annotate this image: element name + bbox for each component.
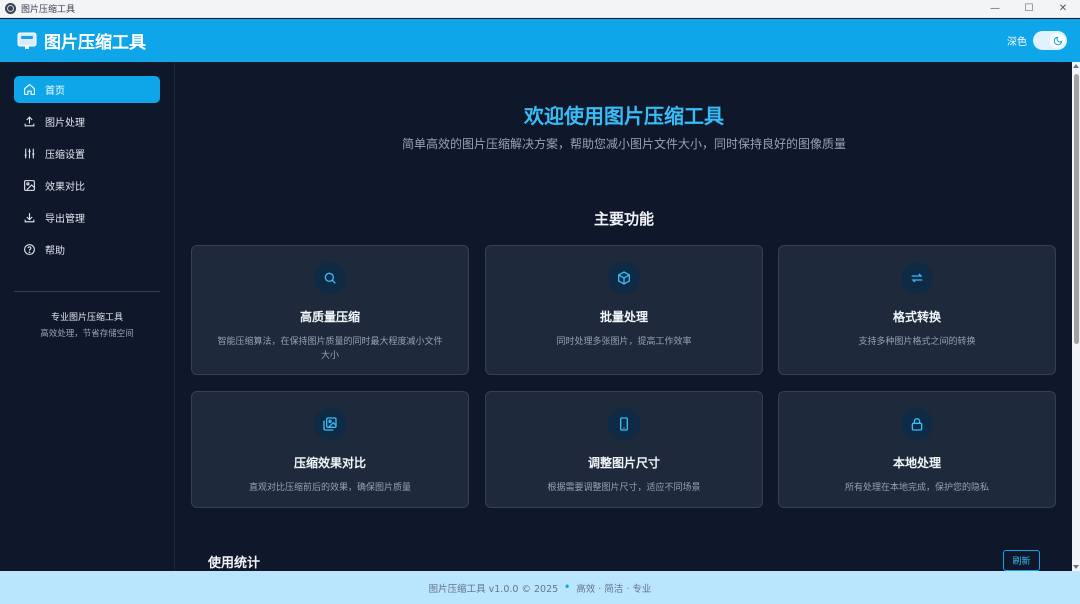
download-icon (22, 211, 36, 225)
sidebar: 首页 图片处理 压缩设置 效果对比 导出管理 帮助 专业图片压缩工具 高效处理，… (0, 62, 175, 571)
compare-images-icon (314, 408, 346, 440)
sidebar-item-help[interactable]: 帮助 (14, 236, 160, 263)
feature-card-compare[interactable]: 压缩效果对比 直观对比压缩前后的效果，确保图片质量 (191, 391, 469, 508)
sidebar-item-label: 图片处理 (45, 118, 85, 129)
upload-icon (22, 115, 36, 129)
app-logo-icon (5, 3, 16, 14)
app-header: 图片压缩工具 深色 (0, 19, 1080, 62)
moon-icon (1050, 33, 1065, 48)
feature-description: 直观对比压缩前后的效果，确保图片质量 (248, 483, 411, 493)
refresh-button[interactable]: 刷新 (1003, 550, 1040, 571)
sidebar-item-label: 压缩设置 (45, 150, 85, 161)
feature-description: 所有处理在本地完成，保护您的隐私 (844, 483, 989, 493)
footer-tagline: 高效 · 简洁 · 专业 (576, 583, 652, 595)
feature-description: 根据需要调整图片尺寸，适应不同场景 (547, 483, 701, 493)
window-controls: — ☐ ✕ (978, 0, 1080, 18)
feature-description: 同时处理多张图片，提高工作效率 (556, 337, 692, 347)
feature-card-local[interactable]: 本地处理 所有处理在本地完成，保护您的隐私 (778, 391, 1056, 508)
window-title: 图片压缩工具 (21, 5, 76, 15)
help-circle-icon (22, 243, 36, 257)
app-title: 图片压缩工具 (44, 33, 146, 53)
theme-label: 深色 (1007, 37, 1027, 48)
search-icon (314, 262, 346, 294)
sidebar-item-label: 导出管理 (45, 214, 85, 225)
feature-card-format[interactable]: 格式转换 支持多种图片格式之间的转换 (778, 245, 1056, 375)
sidebar-item-label: 效果对比 (45, 182, 85, 193)
main-scrollbar[interactable] (1072, 62, 1080, 571)
sidebar-item-compress-settings[interactable]: 压缩设置 (14, 140, 160, 167)
monitor-logo-icon (17, 31, 37, 51)
sidebar-footer-subtitle: 高效处理，节省存储空间 (40, 329, 134, 339)
sliders-icon (22, 147, 36, 161)
feature-card-high-quality[interactable]: 高质量压缩 智能压缩算法，在保持图片质量的同时最大程度减小文件大小 (191, 245, 469, 375)
sidebar-item-label: 帮助 (45, 246, 65, 257)
sidebar-item-home[interactable]: 首页 (14, 76, 160, 103)
sidebar-divider (14, 291, 160, 292)
feature-card-batch[interactable]: 批量处理 同时处理多张图片，提高工作效率 (485, 245, 763, 375)
dark-mode-toggle[interactable] (1033, 31, 1067, 50)
swap-icon (901, 262, 933, 294)
sidebar-item-label: 首页 (45, 86, 65, 97)
sidebar-nav: 首页 图片处理 压缩设置 效果对比 导出管理 帮助 (0, 76, 174, 263)
feature-title: 批量处理 (599, 310, 648, 324)
features-section-title: 主要功能 (593, 210, 654, 228)
minimize-button[interactable]: — (978, 0, 1012, 18)
close-button[interactable]: ✕ (1046, 0, 1080, 18)
scroll-up-arrow-icon[interactable] (1073, 64, 1079, 68)
feature-title: 高质量压缩 (299, 310, 360, 324)
feature-card-resize[interactable]: 调整图片尺寸 根据需要调整图片尺寸，适应不同场景 (485, 391, 763, 508)
footer-separator: • (564, 582, 571, 593)
app-footer: 图片压缩工具 v1.0.0 © 2025 • 高效 · 简洁 · 专业 (0, 571, 1080, 604)
theme-switch-area: 深色 (1007, 31, 1067, 50)
feature-title: 本地处理 (892, 456, 941, 470)
hero-subtitle: 简单高效的图片压缩解决方案，帮助您减小图片文件大小，同时保持良好的图像质量 (401, 137, 846, 151)
images-icon (22, 179, 36, 193)
sidebar-item-export[interactable]: 导出管理 (14, 204, 160, 231)
sidebar-item-compare[interactable]: 效果对比 (14, 172, 160, 199)
sidebar-footer: 专业图片压缩工具 高效处理，节省存储空间 (0, 310, 174, 339)
feature-title: 格式转换 (892, 310, 941, 324)
main-content: 欢迎使用图片压缩工具 简单高效的图片压缩解决方案，帮助您减小图片文件大小，同时保… (176, 62, 1072, 571)
os-title-bar: 图片压缩工具 — ☐ ✕ (0, 0, 1080, 18)
sidebar-item-image-processing[interactable]: 图片处理 (14, 108, 160, 135)
hero-title: 欢迎使用图片压缩工具 (524, 104, 724, 128)
usage-stats-title: 使用统计 (208, 556, 261, 571)
phone-icon (608, 408, 640, 440)
feature-description: 支持多种图片格式之间的转换 (858, 337, 976, 347)
cube-icon (608, 262, 640, 294)
feature-description: 智能压缩算法，在保持图片质量的同时最大程度减小文件大小 (217, 337, 443, 361)
feature-title: 调整图片尺寸 (587, 456, 660, 470)
maximize-button[interactable]: ☐ (1012, 0, 1046, 18)
scroll-down-arrow-icon[interactable] (1073, 565, 1079, 569)
sidebar-footer-title: 专业图片压缩工具 (50, 313, 123, 323)
scrollbar-thumb[interactable] (1074, 74, 1079, 344)
footer-version: 图片压缩工具 v1.0.0 © 2025 (428, 583, 559, 595)
home-icon (22, 83, 36, 97)
feature-title: 压缩效果对比 (293, 456, 366, 470)
lock-icon (901, 408, 933, 440)
